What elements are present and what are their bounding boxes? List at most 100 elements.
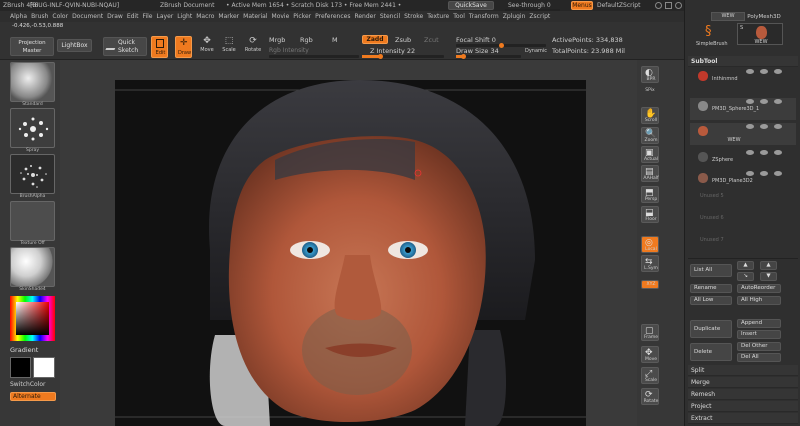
append-button[interactable]: Append xyxy=(737,319,781,328)
rgb-button[interactable]: Rgb xyxy=(300,36,313,44)
insert-button[interactable]: Insert xyxy=(737,330,781,339)
alpha-thumbnail[interactable] xyxy=(10,154,55,194)
lsym-button[interactable]: ⇆ L.Sym xyxy=(641,255,659,272)
subtool-unused-slot[interactable]: Unused 5 xyxy=(700,193,724,199)
actual-button[interactable]: ▣ Actual xyxy=(641,146,659,163)
menu-layer[interactable]: Layer xyxy=(157,11,174,22)
del-all-button[interactable]: Del All xyxy=(737,353,781,362)
menu-marker[interactable]: Marker xyxy=(218,11,239,22)
polymesh-tool[interactable]: PolyMesh3D xyxy=(733,14,795,20)
dynamic-toggle[interactable]: Dynamic xyxy=(525,48,547,54)
list-all-button[interactable]: List All xyxy=(690,264,732,277)
menu-material[interactable]: Material xyxy=(243,11,267,22)
wew-tool[interactable]: S WEW xyxy=(737,23,783,45)
eye-icon[interactable] xyxy=(746,171,754,176)
scale-button[interactable]: ⬚ Scale xyxy=(222,36,236,58)
default-zscript[interactable]: DefaultZScript xyxy=(597,0,640,11)
menu-texture[interactable]: Texture xyxy=(427,11,449,22)
visibility-icon[interactable] xyxy=(774,150,782,155)
gradient-label[interactable]: Gradient xyxy=(10,346,38,354)
zadd-button[interactable]: Zadd xyxy=(362,35,388,44)
menu-render[interactable]: Render xyxy=(354,11,375,22)
subtool-unused-slot[interactable]: Unused 7 xyxy=(700,237,724,243)
rotate-button[interactable]: ⟳ Rotate xyxy=(244,36,262,58)
subtool-header[interactable]: SubTool xyxy=(688,56,798,67)
help-icon[interactable] xyxy=(655,2,662,9)
persp-button[interactable]: ⬒ Persp xyxy=(641,186,659,203)
brush-icon[interactable] xyxy=(760,99,768,104)
menu-draw[interactable]: Draw xyxy=(107,11,123,22)
head-sculpt[interactable] xyxy=(115,80,586,426)
menu-alpha[interactable]: Alpha xyxy=(10,11,27,22)
eye-icon[interactable] xyxy=(746,150,754,155)
all-low-button[interactable]: All Low xyxy=(690,296,732,305)
arrow-down-left-icon[interactable]: ↘ xyxy=(737,272,754,281)
subtool-unused-slot[interactable]: Unused 6 xyxy=(700,215,724,221)
bpr-button[interactable]: ◐ BPR xyxy=(641,66,659,83)
brush-icon[interactable] xyxy=(760,69,768,74)
brush-icon[interactable] xyxy=(760,171,768,176)
xyz-button[interactable]: XYZ xyxy=(641,280,659,289)
draw-size-slider[interactable] xyxy=(456,54,521,59)
alternate-button[interactable]: Alternate xyxy=(10,392,56,401)
rename-button[interactable]: Rename xyxy=(690,284,732,293)
subtool-item[interactable]: Inthinmnd xyxy=(690,68,796,90)
switch-color-button[interactable]: SwitchColor xyxy=(10,381,46,388)
scale-button[interactable]: ⤢ Scale xyxy=(641,367,659,384)
menu-color[interactable]: Color xyxy=(52,11,68,22)
menu-preferences[interactable]: Preferences xyxy=(315,11,350,22)
color-picker[interactable] xyxy=(10,296,55,341)
z-intensity-slider[interactable] xyxy=(362,54,444,59)
subtool-item[interactable]: PM3D_Sphere3D_1 xyxy=(690,98,796,120)
eye-icon[interactable] xyxy=(746,69,754,74)
all-high-button[interactable]: All High xyxy=(737,296,781,305)
scroll-button[interactable]: ✋ Scroll xyxy=(641,107,659,124)
subtool-item[interactable]: PM3D_Plane3D2 xyxy=(690,170,796,192)
brush-icon[interactable] xyxy=(760,150,768,155)
subtool-item[interactable]: WEW xyxy=(690,123,796,145)
del-other-button[interactable]: Del Other xyxy=(737,342,781,351)
menu-zplugin[interactable]: Zplugin xyxy=(503,11,526,22)
zcut-button[interactable]: Zcut xyxy=(424,36,439,44)
local-button[interactable]: ◎ Local xyxy=(641,236,659,253)
menu-light[interactable]: Light xyxy=(177,11,192,22)
rotate-button[interactable]: ⟳ Rotate xyxy=(641,388,659,405)
menu-zscript[interactable]: Zscript xyxy=(529,11,550,22)
section-merge[interactable]: Merge xyxy=(688,377,798,388)
focal-shift-label[interactable]: Focal Shift 0 xyxy=(456,36,496,44)
menu-edit[interactable]: Edit xyxy=(127,11,139,22)
zsub-button[interactable]: Zsub xyxy=(395,36,411,44)
color-saturation-square[interactable] xyxy=(16,302,49,335)
texture-thumbnail[interactable] xyxy=(10,201,55,241)
m-button[interactable]: M xyxy=(332,36,338,44)
menu-tool[interactable]: Tool xyxy=(453,11,465,22)
stroke-thumbnail[interactable] xyxy=(10,108,55,148)
section-split[interactable]: Split xyxy=(688,365,798,376)
brush-icon[interactable] xyxy=(760,124,768,129)
visibility-icon[interactable] xyxy=(774,124,782,129)
arrow-down-icon[interactable]: ▼ xyxy=(760,272,777,281)
zoom-button[interactable]: 🔍 Zoom xyxy=(641,127,659,144)
floor-button[interactable]: ⬓ Floor xyxy=(641,206,659,223)
rgb-intensity-slider[interactable] xyxy=(269,55,359,58)
move-button[interactable]: ✥ Move xyxy=(200,36,214,58)
brush-thumbnail[interactable] xyxy=(10,62,55,102)
minimize-icon[interactable] xyxy=(665,2,672,9)
aahalf-button[interactable]: ▤ AAHalf xyxy=(641,165,659,182)
quick-sketch-button[interactable]: Quick Sketch xyxy=(103,37,147,56)
visibility-icon[interactable] xyxy=(774,171,782,176)
menu-picker[interactable]: Picker xyxy=(293,11,311,22)
document-canvas[interactable] xyxy=(115,80,586,426)
main-color-swatch[interactable] xyxy=(10,357,31,378)
draw-button[interactable]: ✛ Draw xyxy=(175,36,192,58)
menu-document[interactable]: Document xyxy=(72,11,103,22)
menu-macro[interactable]: Macro xyxy=(196,11,214,22)
menu-brush[interactable]: Brush xyxy=(31,11,48,22)
menu-file[interactable]: File xyxy=(142,11,152,22)
menu-movie[interactable]: Movie xyxy=(272,11,290,22)
edit-button[interactable]: Edit xyxy=(151,36,168,58)
close-icon[interactable] xyxy=(675,2,682,9)
spix-button[interactable]: SPix xyxy=(641,87,659,95)
duplicate-button[interactable]: Duplicate xyxy=(690,320,732,338)
autoreorder-button[interactable]: AutoReorder xyxy=(737,284,781,293)
